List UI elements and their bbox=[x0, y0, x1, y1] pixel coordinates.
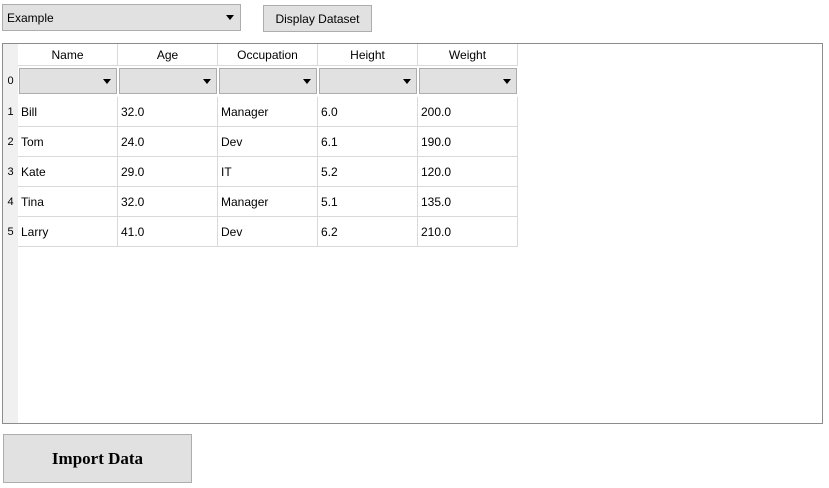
dataset-selector-value: Example bbox=[7, 10, 54, 25]
table-cell[interactable]: 6.2 bbox=[318, 217, 418, 247]
table-cell[interactable]: Manager bbox=[218, 97, 318, 127]
column-filter-occupation[interactable] bbox=[218, 67, 318, 95]
table-cell[interactable]: 6.1 bbox=[318, 127, 418, 157]
data-table[interactable]: 0 1 2 3 4 5 Name Age Occupation Height Weight Bill… bbox=[2, 43, 823, 424]
row-index: 0 bbox=[7, 75, 14, 87]
table-cell[interactable]: 6.0 bbox=[318, 97, 418, 127]
column-header-name[interactable]: Name bbox=[18, 44, 118, 66]
table-cell[interactable]: 5.1 bbox=[318, 187, 418, 217]
row-index: 3 bbox=[7, 166, 14, 178]
row-index-column: 0 1 2 3 4 5 bbox=[3, 44, 18, 423]
table-cell[interactable]: Manager bbox=[218, 187, 318, 217]
table-cell[interactable]: 190.0 bbox=[418, 127, 518, 157]
filter-dropdown[interactable] bbox=[19, 68, 117, 94]
row-index: 4 bbox=[7, 196, 14, 208]
table-cell[interactable]: IT bbox=[218, 157, 318, 187]
chevron-down-icon bbox=[226, 15, 234, 20]
row-index: 2 bbox=[7, 136, 14, 148]
filter-dropdown[interactable] bbox=[419, 68, 517, 94]
table-cell[interactable]: 41.0 bbox=[118, 217, 218, 247]
table-cell[interactable]: 135.0 bbox=[418, 187, 518, 217]
import-data-button[interactable]: Import Data bbox=[3, 434, 192, 483]
column-filter-age[interactable] bbox=[118, 67, 218, 95]
column-filter-height[interactable] bbox=[318, 67, 418, 95]
table-cell[interactable]: Larry bbox=[18, 217, 118, 247]
chevron-down-icon bbox=[203, 78, 211, 84]
table-cell[interactable]: 5.2 bbox=[318, 157, 418, 187]
filter-dropdown[interactable] bbox=[219, 68, 317, 94]
filter-dropdown[interactable] bbox=[319, 68, 417, 94]
table-cell[interactable]: 210.0 bbox=[418, 217, 518, 247]
column-header-weight[interactable]: Weight bbox=[418, 44, 518, 66]
table-cell[interactable]: Tina bbox=[18, 187, 118, 217]
table-cell[interactable]: 200.0 bbox=[418, 97, 518, 127]
chevron-down-icon bbox=[403, 78, 411, 84]
table-cell[interactable]: Kate bbox=[18, 157, 118, 187]
column-header-height[interactable]: Height bbox=[318, 44, 418, 66]
chevron-down-icon bbox=[103, 78, 111, 84]
column-header-age[interactable]: Age bbox=[118, 44, 218, 66]
table-cell[interactable]: Dev bbox=[218, 217, 318, 247]
row-index: 1 bbox=[7, 106, 14, 118]
chevron-down-icon bbox=[503, 78, 511, 84]
table-cell[interactable]: 24.0 bbox=[118, 127, 218, 157]
table-cell[interactable]: 29.0 bbox=[118, 157, 218, 187]
column-header-occupation[interactable]: Occupation bbox=[218, 44, 318, 66]
table-cell[interactable]: 32.0 bbox=[118, 97, 218, 127]
column-filter-name[interactable] bbox=[18, 67, 118, 95]
column-filter-weight[interactable] bbox=[418, 67, 518, 95]
table-cell[interactable]: 120.0 bbox=[418, 157, 518, 187]
table-cell[interactable]: Bill bbox=[18, 97, 118, 127]
table-cell[interactable]: 32.0 bbox=[118, 187, 218, 217]
row-index: 5 bbox=[7, 226, 14, 238]
display-dataset-button[interactable]: Display Dataset bbox=[263, 5, 372, 32]
dataset-selector[interactable]: Example bbox=[2, 4, 241, 31]
table-cell[interactable]: Dev bbox=[218, 127, 318, 157]
table-cell[interactable]: Tom bbox=[18, 127, 118, 157]
filter-dropdown[interactable] bbox=[119, 68, 217, 94]
chevron-down-icon bbox=[303, 78, 311, 84]
